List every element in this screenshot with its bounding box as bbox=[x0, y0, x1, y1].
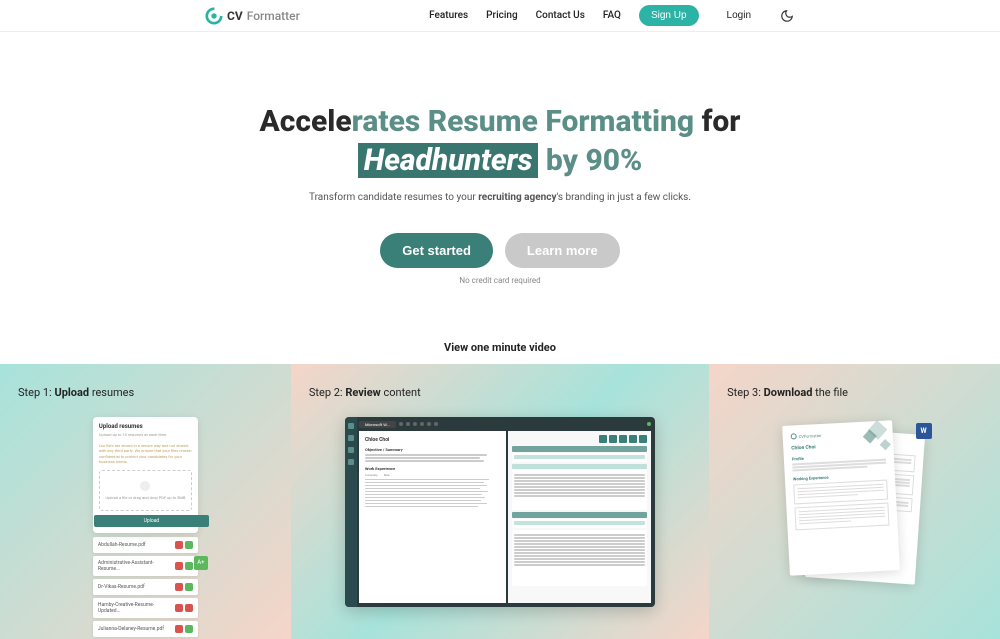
action-icon bbox=[629, 435, 637, 443]
logo-icon bbox=[790, 433, 796, 439]
form-panel-mock bbox=[508, 431, 651, 603]
file-item: Dr-Vikas-Resume.pdf bbox=[93, 579, 198, 595]
video-label[interactable]: View one minute video bbox=[0, 341, 1000, 354]
delete-icon bbox=[175, 541, 183, 549]
logo-icon bbox=[205, 7, 223, 25]
dropzone-mock: Upload a file or drag and drop PDF up to… bbox=[99, 470, 192, 511]
word-file-icon: W bbox=[916, 423, 932, 439]
nav-features[interactable]: Features bbox=[429, 10, 468, 21]
action-icon bbox=[599, 435, 607, 443]
delete-icon bbox=[175, 562, 183, 570]
cloud-upload-icon bbox=[140, 481, 150, 491]
signup-button[interactable]: Sign Up bbox=[639, 5, 699, 26]
brand-prefix: CV bbox=[227, 9, 243, 23]
nav: Features Pricing Contact Us FAQ Sign Up … bbox=[429, 5, 795, 26]
action-chips bbox=[512, 435, 647, 443]
status-icon bbox=[185, 625, 193, 633]
hero: Accelerates Resume Formatting for Headhu… bbox=[0, 32, 1000, 303]
sidebar-icon bbox=[348, 447, 354, 453]
status-icon bbox=[185, 562, 193, 570]
file-item: Abdullah-Resume.pdf bbox=[93, 537, 198, 553]
nav-faq[interactable]: FAQ bbox=[603, 10, 621, 21]
step-2: Step 2: Review content Microsoft W... Ch… bbox=[291, 364, 709, 639]
doc-preview-mock: Chloe Choi Objective / Summary Work Expe… bbox=[359, 431, 506, 603]
get-started-button[interactable]: Get started bbox=[380, 233, 493, 268]
step-1-title: Step 1: Upload resumes bbox=[18, 386, 273, 399]
delete-icon bbox=[175, 604, 183, 612]
section-header-mock bbox=[512, 446, 647, 452]
file-item: Administrative-Assistant-Resume...A+ bbox=[93, 556, 198, 576]
step-1: Step 1: Upload resumes Upload resumes Up… bbox=[0, 364, 291, 639]
action-icon bbox=[609, 435, 617, 443]
status-icon bbox=[185, 604, 193, 612]
brand-suffix: Formatter bbox=[247, 9, 300, 23]
no-credit-card-text: No credit card required bbox=[0, 276, 1000, 285]
step-3: Step 3: Download the file Working Experi… bbox=[709, 364, 1000, 639]
upload-panel-mock: Upload resumes Upload up to 10 resumes a… bbox=[93, 417, 198, 533]
app-sidebar-mock bbox=[345, 417, 357, 607]
nav-pricing[interactable]: Pricing bbox=[486, 10, 517, 21]
download-preview-mock: Working Experience CVFormatter Chloe Cho… bbox=[780, 417, 930, 597]
sidebar-icon bbox=[348, 459, 354, 465]
step-2-title: Step 2: Review content bbox=[309, 386, 691, 399]
file-list-mock: Abdullah-Resume.pdf Administrative-Assis… bbox=[93, 537, 198, 637]
moon-icon bbox=[780, 9, 794, 23]
header: CV Formatter Features Pricing Contact Us … bbox=[0, 0, 1000, 32]
delete-icon bbox=[175, 625, 183, 633]
hero-subtitle: Transform candidate resumes to your recr… bbox=[0, 192, 1000, 203]
upload-button-mock: Upload bbox=[94, 515, 209, 527]
action-icon bbox=[619, 435, 627, 443]
step-3-title: Step 3: Download the file bbox=[727, 386, 982, 399]
steps-row: Step 1: Upload resumes Upload resumes Up… bbox=[0, 364, 1000, 639]
hero-title: Accelerates Resume Formatting for Headhu… bbox=[0, 102, 1000, 180]
hero-buttons: Get started Learn more bbox=[0, 233, 1000, 268]
theme-toggle[interactable] bbox=[779, 8, 795, 24]
file-item: Julianna-Delaney-Resume.pdf bbox=[93, 621, 198, 637]
nav-contact[interactable]: Contact Us bbox=[536, 10, 585, 21]
login-button[interactable]: Login bbox=[717, 5, 761, 26]
status-icon bbox=[185, 541, 193, 549]
delete-icon bbox=[175, 583, 183, 591]
file-item: Hamby-Creative-Resume-Updated... bbox=[93, 598, 198, 618]
sidebar-icon bbox=[348, 435, 354, 441]
doc-corner-decoration bbox=[852, 420, 894, 462]
review-panel-mock: Microsoft W... Chloe Choi Objective / Su… bbox=[345, 417, 655, 607]
doc-toolbar-mock: Microsoft W... bbox=[359, 419, 651, 429]
action-icon bbox=[639, 435, 647, 443]
doc-page-front: CVFormatter Chloe Choi Profile Working E… bbox=[782, 420, 900, 576]
status-icon bbox=[185, 583, 193, 591]
logo[interactable]: CV Formatter bbox=[205, 7, 300, 25]
sidebar-icon bbox=[348, 423, 354, 429]
learn-more-button[interactable]: Learn more bbox=[505, 233, 620, 268]
